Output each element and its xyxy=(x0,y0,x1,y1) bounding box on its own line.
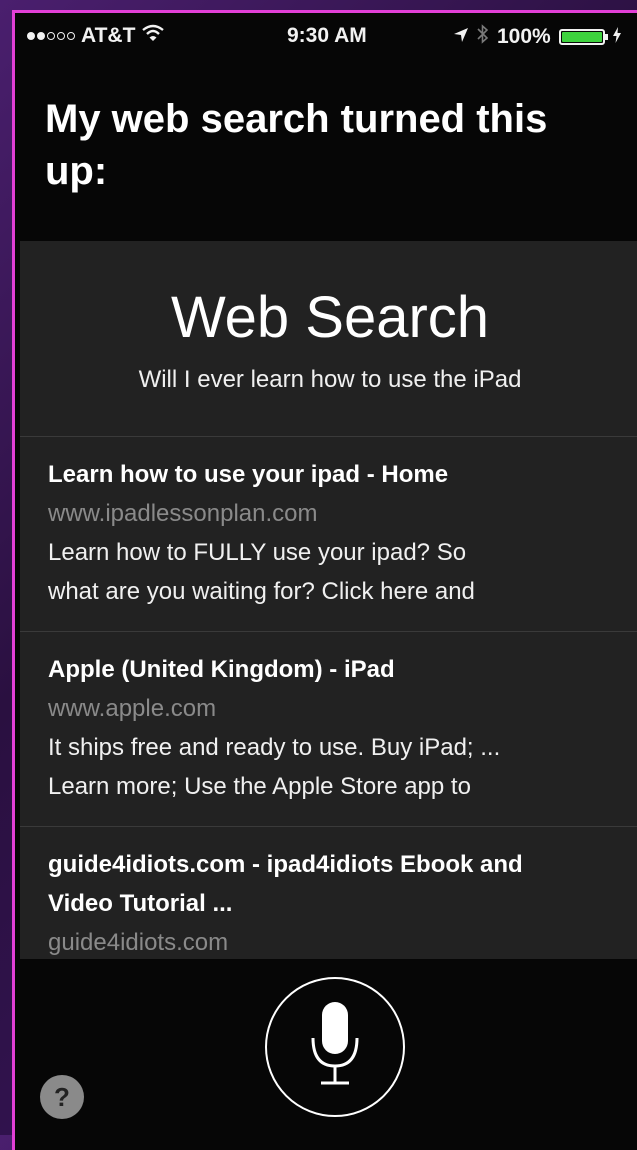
wifi-icon xyxy=(141,24,165,48)
result-url: www.ipadlessonplan.com xyxy=(48,500,318,527)
location-arrow-icon xyxy=(453,25,469,49)
battery-icon xyxy=(558,29,608,45)
card-header: Web Search Will I ever learn how to use … xyxy=(20,241,637,437)
status-time: 9:30 AM xyxy=(287,24,367,47)
card-title: Web Search xyxy=(170,285,490,350)
result-url: guide4idiots.com xyxy=(48,929,229,956)
carrier-label: AT&T xyxy=(81,24,136,47)
result-title[interactable]: Learn how to use your ipad - Home xyxy=(48,455,637,494)
signal-strength-icon xyxy=(27,32,75,40)
web-search-card: Web Search Will I ever learn how to use … xyxy=(20,241,637,959)
siri-response-heading: My web search turned this up: xyxy=(45,97,548,193)
microphone-icon xyxy=(305,1000,365,1095)
result-snippet: It ships free and ready to use. Buy iPad… xyxy=(48,734,501,800)
siri-screen: AT&T 9:30 AM 100% My web search turned t… xyxy=(12,10,637,1150)
search-result[interactable]: Apple (United Kingdom) - iPad www.apple.… xyxy=(20,632,637,827)
battery-level xyxy=(561,32,602,42)
search-query: Will I ever learn how to use the iPad xyxy=(138,366,522,393)
status-bar: AT&T 9:30 AM 100% xyxy=(15,13,637,57)
status-right: 100% xyxy=(453,24,621,50)
help-button[interactable]: ? xyxy=(40,1075,84,1119)
result-title[interactable]: guide4idiots.com - ipad4idiots Ebook and… xyxy=(48,845,637,923)
result-title[interactable]: Apple (United Kingdom) - iPad xyxy=(48,650,637,689)
result-snippet: Learn how to FULLY use your ipad? So wha… xyxy=(48,539,475,605)
bluetooth-icon xyxy=(477,24,489,50)
status-left: AT&T xyxy=(27,24,165,48)
charging-icon xyxy=(612,25,621,49)
search-result[interactable]: guide4idiots.com - ipad4idiots Ebook and… xyxy=(20,827,637,959)
search-result[interactable]: Learn how to use your ipad - Home www.ip… xyxy=(20,437,637,632)
siri-mic-button[interactable] xyxy=(265,977,405,1117)
battery-percent: 100% xyxy=(497,25,551,48)
result-url: www.apple.com xyxy=(48,695,217,722)
